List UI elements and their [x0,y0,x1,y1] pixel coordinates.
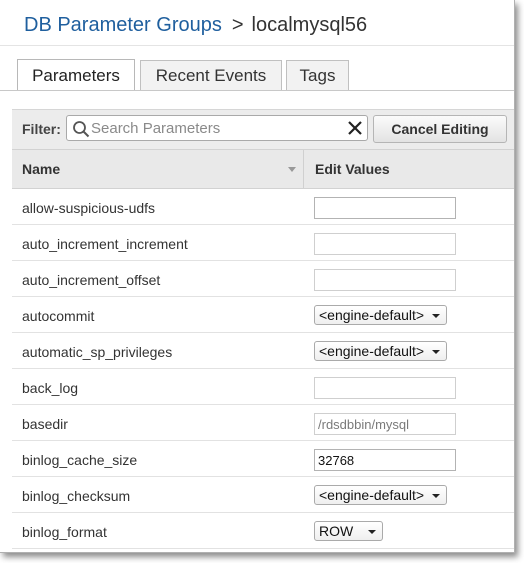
table-row: allow-suspicious-udfs [12,189,514,225]
parameter-name: allow-suspicious-udfs [22,200,156,216]
select-value: <engine-default> [319,487,425,503]
column-header-edit-values: Edit Values [315,161,390,177]
parameter-group-panel: DB Parameter Groups > localmysql56 Paramet… [0,0,515,553]
table-row: binlog_cache_size [12,441,514,477]
chevron-down-icon [368,530,376,534]
column-divider [303,150,304,188]
parameter-name: basedir [22,416,68,432]
parameter-name: binlog_format [22,524,107,540]
parameter-value-input[interactable] [314,197,456,219]
parameter-value-input [314,377,456,399]
table-row: auto_increment_increment [12,225,514,261]
table-row: auto_increment_offset [12,261,514,297]
table-row: autocommit <engine-default> [12,297,514,333]
tab-label: Recent Events [155,65,267,85]
sort-arrow-icon[interactable] [288,167,296,172]
parameter-name: autocommit [22,308,95,324]
filter-label: Filter: [22,121,61,137]
filter-bar: Filter: Cancel Editing [12,109,514,150]
tab-label: Parameters [32,65,120,85]
table-row: automatic_sp_privileges <engine-default> [12,333,514,369]
parameter-value-input [314,233,456,255]
page-title: localmysql56 [251,14,368,36]
parameter-rows: allow-suspicious-udfs auto_increment_inc… [12,189,514,549]
parameter-name: auto_increment_increment [22,236,188,252]
tab-recent-events[interactable]: Recent Events [140,60,282,90]
breadcrumb-link-db-parameter-groups[interactable]: DB Parameter Groups [24,14,222,36]
chevron-down-icon [432,314,440,318]
chevron-down-icon [432,350,440,354]
chevron-down-icon [432,494,440,498]
search-icon [73,121,90,138]
header-divider [0,45,514,46]
tab-label: Tags [299,65,336,85]
parameter-value-input [314,269,456,291]
parameter-name: automatic_sp_privileges [22,344,173,360]
parameter-value-select[interactable]: ROW [314,521,383,541]
select-value: ROW [319,523,354,539]
table-header: Name Edit Values [12,149,514,189]
tab-parameters[interactable]: Parameters [17,59,135,91]
parameter-name: auto_increment_offset [22,272,161,288]
parameter-name: back_log [22,380,79,396]
parameter-value-input[interactable] [314,449,456,471]
parameter-value-input [314,413,456,435]
parameter-name: binlog_cache_size [22,452,138,468]
column-header-name[interactable]: Name [22,161,60,177]
table-row: binlog_checksum <engine-default> [12,477,514,513]
tab-strip-divider [0,90,514,91]
breadcrumb: DB Parameter Groups > localmysql56 [24,14,367,37]
select-value: <engine-default> [319,307,425,323]
tab-tags[interactable]: Tags [286,60,349,90]
table-row: back_log [12,369,514,405]
breadcrumb-separator: > [231,14,244,36]
parameter-name: binlog_checksum [22,488,131,504]
table-row: binlog_format ROW [12,513,514,549]
table-row: basedir [12,405,514,441]
cancel-editing-button[interactable]: Cancel Editing [373,115,507,143]
select-value: <engine-default> [319,343,425,359]
search-box[interactable] [66,115,368,141]
search-input[interactable] [91,118,341,138]
close-icon[interactable] [347,120,363,136]
parameter-value-select[interactable]: <engine-default> [314,341,447,361]
parameter-value-select[interactable]: <engine-default> [314,485,447,505]
parameter-value-select[interactable]: <engine-default> [314,305,447,325]
